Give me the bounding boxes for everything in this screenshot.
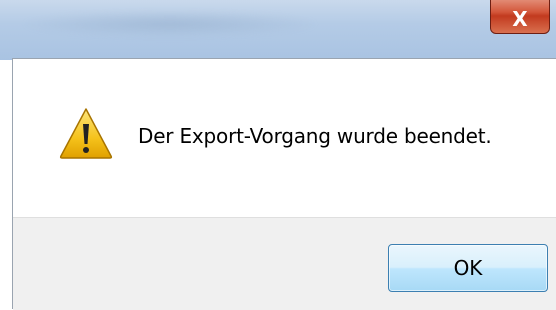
- ok-button-label: OK: [453, 256, 483, 280]
- title-bar: X: [0, 0, 556, 60]
- close-icon: X: [512, 7, 528, 31]
- warning-icon: [59, 108, 113, 159]
- ok-button[interactable]: OK: [388, 244, 548, 292]
- dialog-message: Der Export-Vorgang wurde beendet.: [138, 124, 492, 148]
- close-button[interactable]: X: [490, 0, 550, 34]
